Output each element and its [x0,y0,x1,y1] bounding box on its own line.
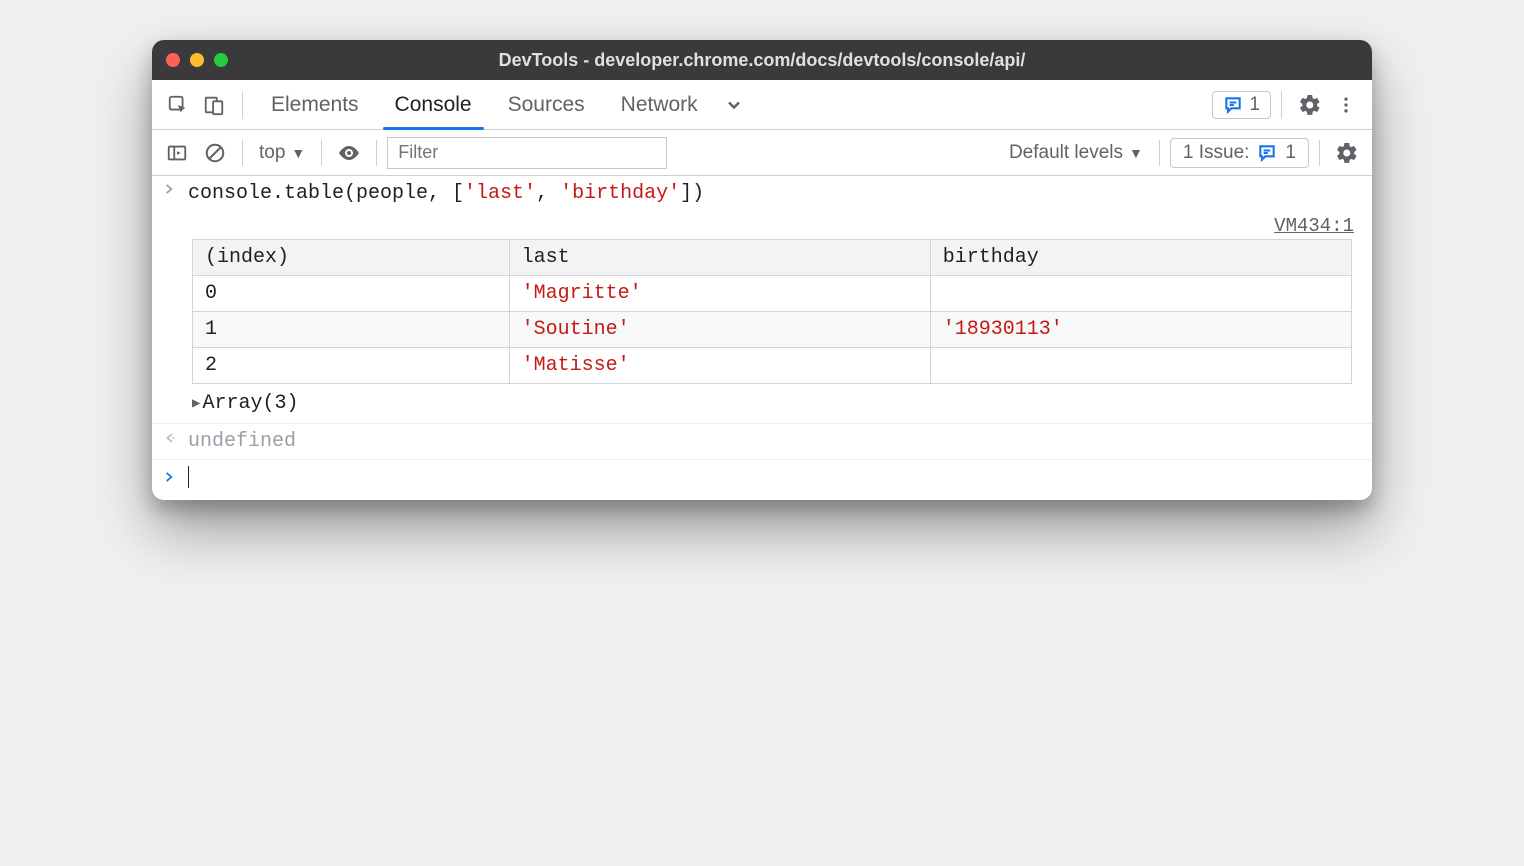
chevron-down-icon: ▼ [1129,145,1143,161]
code-text: ]) [680,182,704,205]
kebab-menu-icon[interactable] [1328,87,1364,123]
table-header-last[interactable]: last [509,240,930,276]
table-row[interactable]: 0 'Magritte' [193,276,1352,312]
maximize-window-button[interactable] [214,53,228,67]
expand-label: Array(3) [202,392,298,415]
tab-label: Elements [271,93,359,117]
window-title: DevTools - developer.chrome.com/docs/dev… [152,50,1372,71]
table-header-index[interactable]: (index) [193,240,510,276]
cell-index: 1 [193,312,510,348]
cell-last: 'Matisse' [509,348,930,384]
tab-network[interactable]: Network [603,80,716,130]
message-icon [1223,95,1243,115]
separator [242,91,243,119]
device-toolbar-icon[interactable] [196,87,232,123]
console-body: console.table(people, ['last', 'birthday… [152,176,1372,500]
separator [1281,91,1282,119]
messages-badge[interactable]: 1 [1212,91,1271,119]
tab-label: Network [621,93,698,117]
console-input-echo: console.table(people, ['last', 'birthday… [152,176,1372,211]
settings-icon[interactable] [1292,87,1328,123]
code-string: 'last' [464,182,536,205]
separator [1159,140,1160,166]
separator [321,140,322,166]
window-titlebar: DevTools - developer.chrome.com/docs/dev… [152,40,1372,80]
separator [242,140,243,166]
code-text: , [536,182,560,205]
inspect-element-icon[interactable] [160,87,196,123]
live-expression-icon[interactable] [332,136,366,170]
issues-label: 1 Issue: [1183,142,1250,164]
console-return-row: undefined [152,423,1372,460]
code-string: 'birthday' [560,182,680,205]
console-settings-icon[interactable] [1330,136,1364,170]
context-label: top [259,142,285,164]
close-window-button[interactable] [166,53,180,67]
messages-count: 1 [1249,94,1260,116]
chevron-down-icon: ▼ [291,145,305,161]
prompt-chevron-icon [162,470,188,484]
clear-console-icon[interactable] [198,136,232,170]
cell-last: 'Magritte' [509,276,930,312]
cell-birthday: '18930113' [930,312,1351,348]
message-icon [1257,143,1277,163]
minimize-window-button[interactable] [190,53,204,67]
table-header-birthday[interactable]: birthday [930,240,1351,276]
issues-badge[interactable]: 1 Issue: 1 [1170,138,1309,168]
separator [1319,140,1320,166]
cell-birthday [930,348,1351,384]
console-input-code: console.table(people, ['last', 'birthday… [188,182,1362,205]
context-selector[interactable]: top ▼ [253,142,311,164]
code-text: console.table(people, [ [188,182,464,205]
tab-elements[interactable]: Elements [253,80,377,130]
return-value: undefined [188,430,1362,453]
console-table: (index) last birthday 0 'Magritte' 1 'So… [192,239,1352,384]
table-header-row: (index) last birthday [193,240,1352,276]
table-row[interactable]: 1 'Soutine' '18930113' [193,312,1352,348]
filter-input[interactable] [387,137,667,169]
table-row[interactable]: 2 'Matisse' [193,348,1352,384]
traffic-lights [166,53,228,67]
text-cursor [188,466,189,488]
levels-label: Default levels [1009,142,1123,164]
expand-array[interactable]: ▶ Array(3) [152,390,1372,423]
issues-count: 1 [1285,142,1296,164]
input-chevron-icon [162,182,188,196]
separator [376,140,377,166]
cell-index: 2 [193,348,510,384]
cell-index: 0 [193,276,510,312]
cell-last: 'Soutine' [509,312,930,348]
tab-label: Console [395,93,472,117]
return-arrow-icon [162,430,188,446]
tab-console[interactable]: Console [377,80,490,130]
tab-sources[interactable]: Sources [490,80,603,130]
more-tabs-icon[interactable] [716,87,752,123]
devtools-window: DevTools - developer.chrome.com/docs/dev… [152,40,1372,500]
triangle-right-icon: ▶ [192,395,200,412]
source-link[interactable]: VM434:1 [152,211,1372,239]
main-tabbar: Elements Console Sources Network 1 [152,80,1372,130]
cell-birthday [930,276,1351,312]
tab-label: Sources [508,93,585,117]
console-prompt[interactable] [152,460,1372,500]
console-toolbar: top ▼ Default levels ▼ 1 Issue: 1 [152,130,1372,176]
toggle-sidebar-icon[interactable] [160,136,194,170]
log-levels-selector[interactable]: Default levels ▼ [1003,142,1149,164]
